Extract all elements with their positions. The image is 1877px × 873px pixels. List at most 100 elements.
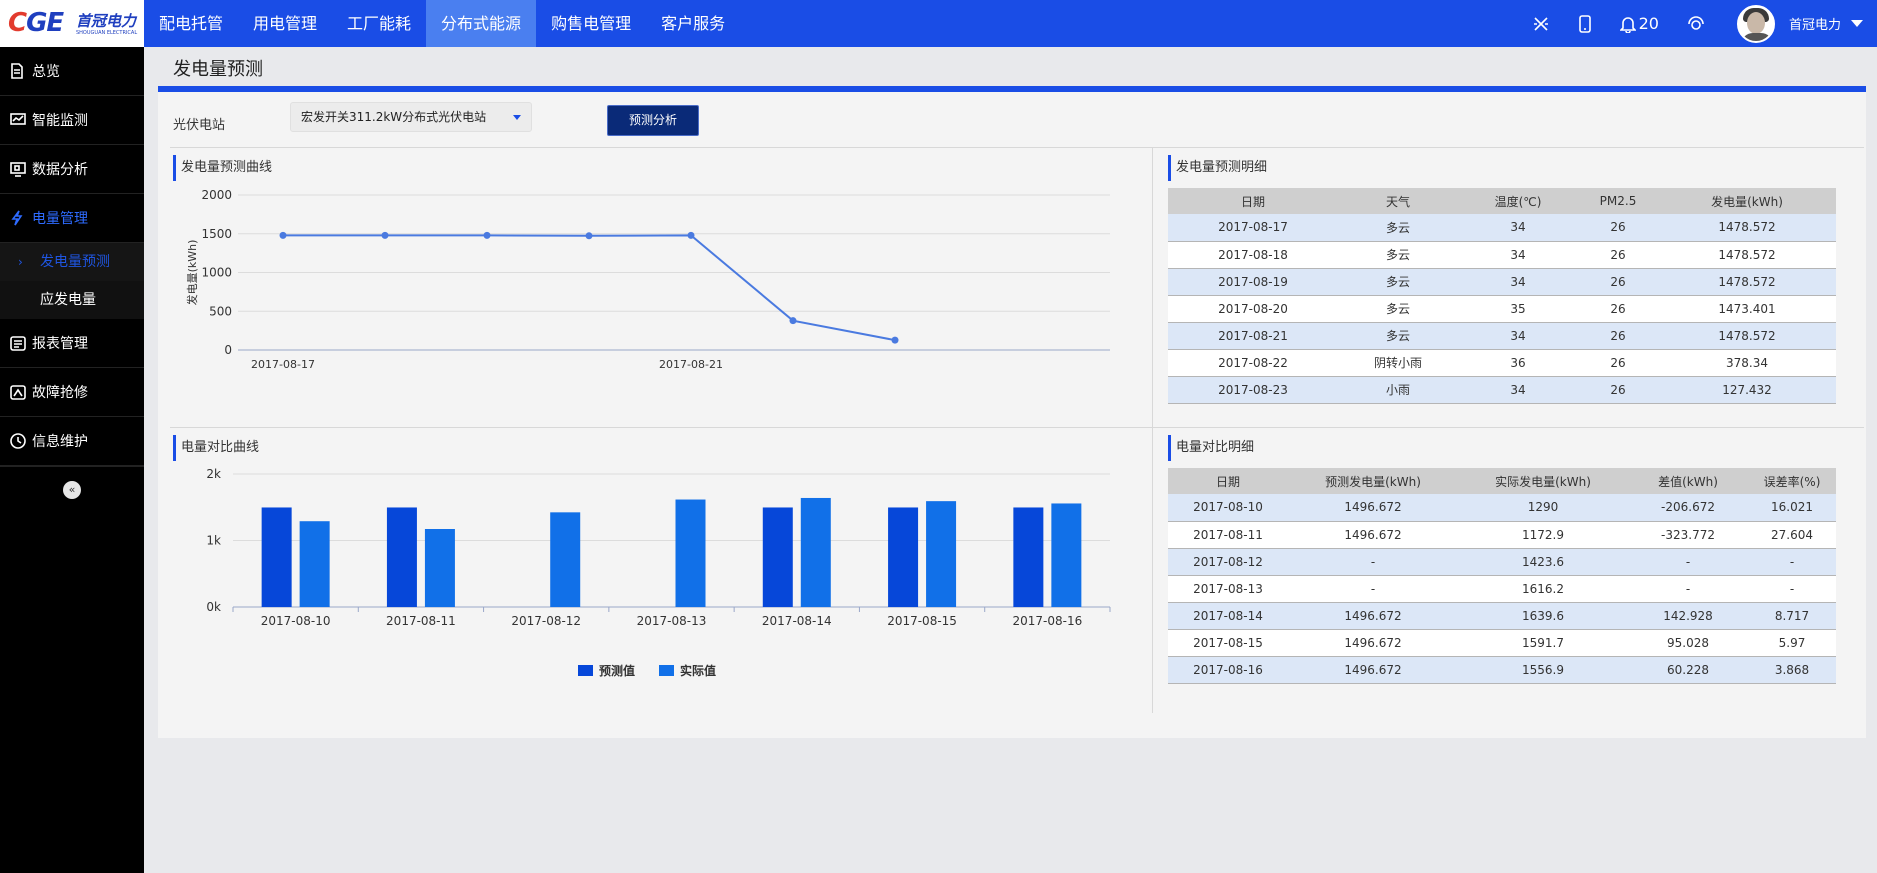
compare-cell: - bbox=[1288, 575, 1458, 603]
table-row: 2017-08-20 多云 35 26 1473.401 bbox=[1168, 295, 1836, 323]
actual-bar bbox=[424, 529, 455, 607]
sidebar-item-label: 数据分析 bbox=[32, 162, 88, 178]
main-nav: 配电托管 用电管理 工厂能耗 分布式能源 购售电管理 客户服务 bbox=[144, 0, 740, 47]
station-select[interactable]: 宏发开关311.2kW分布式光伏电站 bbox=[290, 102, 532, 132]
y-tick-label: 0 bbox=[224, 343, 232, 357]
forecast-cell: 多云 bbox=[1338, 295, 1458, 323]
mobile-icon[interactable] bbox=[1578, 14, 1592, 33]
company-logo[interactable]: CGE 首冠电力 SHOUGUAN ELECTRICAL bbox=[0, 0, 144, 47]
sidebar-subitem-expected-power[interactable]: 应发电量 bbox=[0, 281, 144, 319]
y-tick-label: 1500 bbox=[201, 227, 232, 241]
x-tick-label: 2017-08-12 bbox=[511, 614, 581, 628]
forecast-cell: 2017-08-18 bbox=[1168, 241, 1338, 269]
compare-cell: 2017-08-14 bbox=[1168, 602, 1288, 630]
sidebar-item-repair[interactable]: 故障抢修 bbox=[0, 368, 144, 417]
nav-item-customer-service[interactable]: 客户服务 bbox=[646, 0, 740, 47]
table-row: 2017-08-16 1496.672 1556.9 60.228 3.868 bbox=[1168, 656, 1836, 684]
sidebar-item-analysis[interactable]: 数据分析 bbox=[0, 145, 144, 194]
legend-label: 实际值 bbox=[680, 664, 717, 678]
nav-item-power-usage[interactable]: 用电管理 bbox=[238, 0, 332, 47]
compare-detail-table: 日期 预测发电量(kWh) 实际发电量(kWh) 差值(kWh) 误差率(%) 2017… bbox=[1168, 468, 1836, 684]
forecast-cell: 378.34 bbox=[1658, 349, 1836, 377]
table-row: 2017-08-19 多云 34 26 1478.572 bbox=[1168, 268, 1836, 296]
nav-item-power-trading[interactable]: 购售电管理 bbox=[536, 0, 646, 47]
table-row: 2017-08-13-1616.2- - bbox=[1168, 575, 1836, 603]
table-row: 2017-08-22 阴转小雨 36 26 378.34 bbox=[1168, 349, 1836, 377]
forecast-cell: 26 bbox=[1578, 214, 1658, 242]
report-icon bbox=[10, 335, 26, 351]
compare-cell: 2017-08-12 bbox=[1168, 548, 1288, 576]
sidebar-item-power-management[interactable]: 电量管理 bbox=[0, 194, 144, 243]
compare-cell: 1556.9 bbox=[1458, 656, 1628, 684]
forecast-cell: 34 bbox=[1458, 322, 1578, 350]
data-point bbox=[789, 317, 797, 325]
table-row: 2017-08-15 1496.672 1591.7 95.028 5.97 bbox=[1168, 629, 1836, 657]
nav-item-distribution[interactable]: 配电托管 bbox=[144, 0, 238, 47]
sidebar-collapse-row: « bbox=[0, 466, 144, 512]
forecast-header-cell: 温度(℃) bbox=[1458, 188, 1578, 214]
sidebar-item-overview[interactable]: 总览 bbox=[0, 47, 144, 96]
compare-header-cell: 误差率(%) bbox=[1748, 468, 1836, 494]
sidebar-item-monitoring[interactable]: 智能监测 bbox=[0, 96, 144, 145]
nav-item-factory-energy[interactable]: 工厂能耗 bbox=[332, 0, 426, 47]
support-icon[interactable] bbox=[1687, 15, 1705, 33]
forecast-bar bbox=[261, 507, 292, 607]
forecast-cell: 26 bbox=[1578, 295, 1658, 323]
actual-bar bbox=[800, 497, 831, 607]
compare-cell: 1290 bbox=[1458, 494, 1628, 522]
forecast-cell: 26 bbox=[1578, 349, 1658, 377]
nav-item-distributed-energy[interactable]: 分布式能源 bbox=[426, 0, 537, 47]
notification-button[interactable]: 20 bbox=[1619, 14, 1659, 33]
compare-cell: 142.928 bbox=[1628, 602, 1748, 630]
legend-item[interactable]: 预测值 bbox=[578, 662, 635, 679]
compare-cell: 1496.672 bbox=[1288, 602, 1458, 630]
y-tick-label: 500 bbox=[209, 304, 232, 318]
data-point bbox=[891, 336, 899, 344]
forecast-cell: 34 bbox=[1458, 268, 1578, 296]
sidebar-subitem-forecast[interactable]: › 发电量预测 bbox=[0, 243, 144, 281]
compare-cell: 1639.6 bbox=[1458, 602, 1628, 630]
page-title: 发电量预测 bbox=[173, 59, 263, 80]
table-row: 2017-08-12-1423.6- - bbox=[1168, 548, 1836, 576]
legend-swatch bbox=[578, 665, 593, 676]
compare-cell: - bbox=[1628, 575, 1748, 603]
forecast-bar bbox=[762, 507, 793, 607]
repair-icon bbox=[10, 384, 26, 400]
predict-analysis-button[interactable]: 预测分析 bbox=[607, 105, 699, 136]
compare-cell: 16.021 bbox=[1748, 494, 1836, 522]
forecast-cell: 多云 bbox=[1338, 268, 1458, 296]
sidebar-item-info[interactable]: 信息维护 bbox=[0, 417, 144, 466]
table-row: 2017-08-14 1496.672 1639.6 142.928 8.717 bbox=[1168, 602, 1836, 630]
chevron-down-icon[interactable] bbox=[1851, 20, 1863, 27]
forecast-cell: 26 bbox=[1578, 322, 1658, 350]
user-name[interactable]: 首冠电力 bbox=[1789, 14, 1841, 33]
compare-cell: - bbox=[1748, 548, 1836, 576]
divider bbox=[170, 147, 1864, 148]
avatar[interactable] bbox=[1736, 4, 1775, 43]
legend-item[interactable]: 实际值 bbox=[659, 662, 716, 679]
actual-bar bbox=[1051, 503, 1082, 607]
sidebar-item-reports[interactable]: 报表管理 bbox=[0, 319, 144, 368]
table-row: 2017-08-10 1496.672 1290 -206.672 16.021 bbox=[1168, 494, 1836, 522]
divider bbox=[1152, 148, 1153, 713]
compare-cell: 1496.672 bbox=[1288, 521, 1458, 549]
forecast-cell: 127.432 bbox=[1658, 376, 1836, 404]
tools-icon[interactable] bbox=[1532, 15, 1550, 33]
table-row: 2017-08-18 多云 34 26 1478.572 bbox=[1168, 241, 1836, 269]
legend-swatch bbox=[659, 665, 675, 676]
forecast-cell: 2017-08-23 bbox=[1168, 376, 1338, 404]
forecast-bar bbox=[1013, 507, 1044, 607]
collapse-sidebar-button[interactable]: « bbox=[63, 480, 81, 499]
compare-cell: -206.672 bbox=[1628, 494, 1748, 522]
compare-header-cell: 实际发电量(kWh) bbox=[1458, 468, 1628, 494]
forecast-bar bbox=[386, 507, 417, 607]
data-point bbox=[687, 231, 695, 239]
divider bbox=[170, 427, 1864, 428]
sidebar-item-label: 智能监测 bbox=[32, 113, 88, 129]
compare-cell: 1616.2 bbox=[1458, 575, 1628, 603]
forecast-cell: 34 bbox=[1458, 241, 1578, 269]
compare-curve-title: 电量对比曲线 bbox=[173, 435, 259, 461]
logo-subtitle: SHOUGUAN ELECTRICAL bbox=[76, 30, 138, 36]
table-row: 2017-08-17 多云 34 26 1478.572 bbox=[1168, 214, 1836, 242]
forecast-cell: 26 bbox=[1578, 241, 1658, 269]
